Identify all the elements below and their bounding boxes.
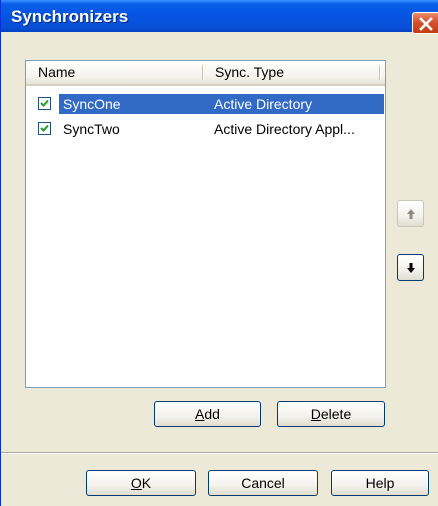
help-button[interactable]: Help [331,470,429,496]
list-item[interactable]: SyncOne Active Directory [30,94,384,114]
check-icon [40,99,49,107]
dialog-title: Synchronizers [11,7,129,26]
synchronizers-dialog: Synchronizers Name Sync. Type SyncOne Ac… [0,0,438,506]
arrow-up-icon [407,209,415,219]
list-item-name: SyncTwo [63,121,120,137]
list-item-type: Active Directory Appl... [214,121,355,137]
add-button-mnemonic: A [195,406,205,422]
column-header-sync-type[interactable]: Sync. Type [215,61,284,84]
add-button[interactable]: Add [154,401,261,427]
ok-button[interactable]: OK [86,470,196,496]
list-item-name: SyncOne [63,96,121,112]
title-bar[interactable]: Synchronizers [1,0,438,34]
ok-button-label-post: K [141,475,152,491]
delete-button-label-post: elete [320,406,352,422]
footer-divider [1,452,438,454]
list-item-type: Active Directory [214,96,313,112]
add-button-label-post: dd [204,406,220,422]
checkbox[interactable] [38,97,51,110]
move-down-button[interactable] [397,254,424,281]
column-separator[interactable] [379,65,380,80]
help-button-label: Help [365,475,395,491]
column-header-name[interactable]: Name [38,61,75,84]
list-header: Name Sync. Type [26,61,385,86]
checkbox[interactable] [38,122,51,135]
column-separator[interactable] [202,65,203,80]
close-icon [419,17,433,31]
cancel-button-label: Cancel [241,475,285,491]
ok-button-mnemonic: O [130,475,142,491]
delete-button[interactable]: Delete [277,401,385,427]
arrow-down-icon [407,263,415,273]
move-up-button[interactable] [397,200,424,227]
cancel-button[interactable]: Cancel [208,470,318,496]
list-item[interactable]: SyncTwo Active Directory Appl... [30,119,384,139]
delete-button-mnemonic: D [310,406,321,422]
synchronizers-list[interactable]: Name Sync. Type SyncOne Active Directory… [25,60,386,388]
close-button[interactable] [412,12,438,34]
check-icon [40,124,49,132]
